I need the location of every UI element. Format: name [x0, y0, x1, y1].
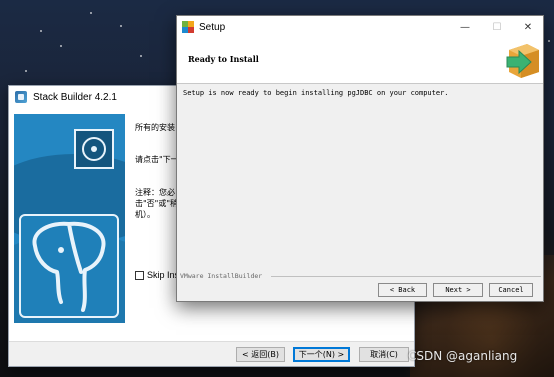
- setup-heading: Ready to Install: [188, 54, 259, 64]
- stack-builder-banner: [14, 114, 125, 323]
- csdn-watermark: CSDN @aganliang: [408, 349, 518, 363]
- stack-builder-note-line3: 机）。: [135, 210, 155, 219]
- stack-builder-footer: < 返回(B) 下一个(N) > 取消(C): [9, 341, 414, 366]
- setup-message: Setup is now ready to begin installing p…: [183, 89, 449, 97]
- stack-builder-note-line2: 击"否"或"稍: [135, 199, 179, 208]
- disc-icon: [74, 129, 114, 169]
- postgresql-elephant-icon: [19, 214, 119, 318]
- stack-builder-next-button[interactable]: 下一个(N) >: [293, 347, 350, 362]
- stack-builder-cancel-button[interactable]: 取消(C): [359, 347, 409, 362]
- setup-title: Setup: [199, 21, 226, 33]
- maximize-button[interactable]: ☐: [481, 16, 513, 38]
- setup-content: Setup is now ready to begin installing p…: [177, 85, 543, 271]
- install-box-arrow-icon: [506, 44, 539, 78]
- setup-titlebar[interactable]: Setup — ☐ ✕: [177, 16, 543, 38]
- installbuilder-brand: VMware InstallBuilder: [180, 272, 263, 280]
- minimize-button[interactable]: —: [449, 16, 481, 38]
- stack-builder-title: Stack Builder 4.2.1: [33, 91, 117, 103]
- stack-builder-back-button[interactable]: < 返回(B): [236, 347, 285, 362]
- elephant-icon: [32, 221, 106, 312]
- setup-cancel-button[interactable]: Cancel: [489, 283, 533, 297]
- setup-back-button[interactable]: < Back: [378, 283, 427, 297]
- skip-installation-checkbox[interactable]: Skip Ins: [135, 270, 179, 280]
- stack-builder-note-line1: 注释：您必: [135, 188, 175, 197]
- setup-next-button[interactable]: Next >: [433, 283, 483, 297]
- installer-app-icon: [182, 21, 194, 33]
- stack-builder-instruction-text: 请点击"下一: [135, 155, 179, 164]
- skip-installation-label: Skip Ins: [147, 270, 180, 280]
- setup-header: Ready to Install: [177, 38, 543, 84]
- setup-window: Setup — ☐ ✕ Ready to Install Setup is no…: [176, 15, 544, 302]
- footer-divider: [271, 276, 541, 277]
- close-button[interactable]: ✕: [512, 16, 544, 38]
- stack-builder-intro-text: 所有的安装: [135, 123, 175, 132]
- checkbox-box[interactable]: [135, 270, 144, 280]
- stack-builder-app-icon: [15, 91, 27, 103]
